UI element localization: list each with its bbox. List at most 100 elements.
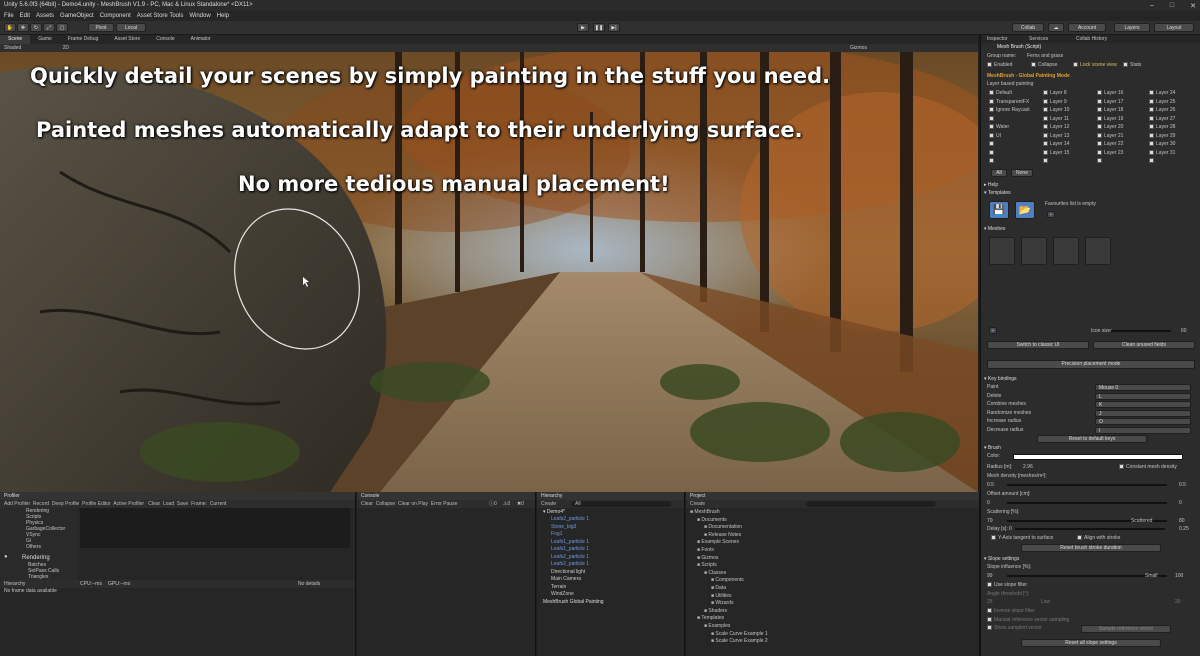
option-collapse[interactable]: Collapse bbox=[1031, 62, 1057, 68]
inverse-slope-checkbox[interactable] bbox=[987, 608, 992, 614]
tab-scene[interactable]: Scene bbox=[0, 35, 31, 44]
layer-checkbox[interactable] bbox=[1043, 90, 1048, 96]
menu-assets[interactable]: Assets bbox=[36, 11, 54, 21]
hierarchy-search-input[interactable]: All bbox=[571, 501, 671, 507]
layer-toggle[interactable]: Layer 28 bbox=[1149, 124, 1175, 130]
layer-toggle[interactable]: Layer 26 bbox=[1149, 107, 1175, 113]
tab-animator[interactable]: Animator bbox=[183, 35, 219, 44]
no-details-dropdown[interactable]: No details bbox=[298, 581, 320, 587]
yaxis-tangent-option[interactable]: Y-Axis tangent to surface bbox=[991, 535, 1053, 541]
layer-toggle[interactable]: Layer 18 bbox=[1097, 107, 1123, 113]
layer-toggle[interactable]: TransparentFX bbox=[989, 99, 1029, 105]
save-template-icon[interactable]: 💾 bbox=[989, 201, 1009, 219]
layer-checkbox[interactable] bbox=[1149, 98, 1154, 104]
project-tree-item[interactable]: ■ Scale Curve Example 1 bbox=[711, 631, 768, 637]
layer-checkbox[interactable] bbox=[989, 107, 994, 113]
layer-toggle[interactable] bbox=[989, 115, 996, 122]
layer-checkbox[interactable] bbox=[1043, 98, 1048, 104]
tab-hierarchy[interactable]: Hierarchy bbox=[537, 492, 684, 500]
pivot-toggle[interactable]: Pivot bbox=[88, 23, 114, 32]
brush-section[interactable]: ▾ Brush bbox=[984, 445, 1001, 451]
project-tree-item[interactable]: ■ Wizards bbox=[711, 600, 733, 606]
layer-checkbox[interactable] bbox=[1149, 90, 1154, 96]
delay-slider[interactable] bbox=[1015, 528, 1165, 530]
hierarchy-item[interactable]: Leafs2_particle 1 bbox=[551, 516, 589, 522]
project-tree-item[interactable]: ■ Gizmos bbox=[697, 555, 718, 561]
project-tree-item[interactable]: ■ Scripts bbox=[697, 562, 717, 568]
constant-density-option[interactable]: Constant mesh density bbox=[1119, 464, 1177, 470]
component-header[interactable]: Mesh Brush (Script) bbox=[997, 44, 1041, 50]
layer-toggle[interactable] bbox=[989, 158, 996, 164]
layer-toggle[interactable]: UI bbox=[989, 133, 1001, 139]
layer-checkbox[interactable] bbox=[1097, 98, 1102, 104]
key-binding-dropdown[interactable]: J bbox=[1095, 409, 1191, 417]
layer-toggle[interactable]: Layer 16 bbox=[1097, 90, 1123, 96]
brush-color-swatch[interactable] bbox=[1013, 454, 1183, 460]
angle-min[interactable]: 25 bbox=[987, 599, 993, 605]
reset-brush-button[interactable]: Reset brush stroke duration bbox=[1021, 544, 1161, 552]
layer-checkbox[interactable] bbox=[1149, 115, 1154, 121]
layer-toggle[interactable] bbox=[989, 141, 996, 147]
move-tool-icon[interactable]: ✥ bbox=[17, 23, 29, 32]
layer-checkbox[interactable] bbox=[1097, 115, 1102, 121]
layer-checkbox[interactable] bbox=[989, 149, 994, 155]
minimize-icon[interactable]: – bbox=[1150, 2, 1154, 9]
scene-view[interactable]: Quickly detail your scenes by simply pai… bbox=[0, 52, 978, 492]
mesh-slot-1[interactable] bbox=[989, 237, 1015, 265]
layer-toggle[interactable]: Layer 22 bbox=[1097, 141, 1123, 147]
hierarchy-item[interactable]: Leafs1_particle 1 bbox=[551, 546, 589, 552]
lock-scene-view-checkbox[interactable] bbox=[1073, 62, 1078, 68]
slope-section[interactable]: ▾ Slope settings bbox=[984, 556, 1019, 562]
manual-ref-option[interactable]: Manual reference vector sampling bbox=[987, 617, 1069, 623]
project-tree-item[interactable]: ■ Data bbox=[711, 585, 726, 591]
layer-toggle[interactable]: Ignore Raycast bbox=[989, 107, 1030, 113]
project-tree-item[interactable]: ■ Documentation bbox=[704, 524, 742, 530]
menu-gameobject[interactable]: GameObject bbox=[60, 11, 94, 21]
show-sampled-option[interactable]: Show sampled vector bbox=[987, 625, 1042, 631]
project-tree-item[interactable]: ■ Documents bbox=[697, 517, 727, 523]
mesh-slot-2[interactable] bbox=[1021, 237, 1047, 265]
layer-checkbox[interactable] bbox=[1097, 132, 1102, 138]
density-max[interactable]: 0.5 bbox=[1179, 482, 1186, 488]
info-count[interactable]: ⓘ0 bbox=[489, 500, 497, 508]
switch-classic-ui-button[interactable]: Switch to classic UI bbox=[987, 341, 1089, 349]
hierarchy-item[interactable]: Terrain bbox=[551, 584, 566, 590]
layer-checkbox[interactable] bbox=[1149, 158, 1154, 164]
constant-density-checkbox[interactable] bbox=[1119, 464, 1124, 470]
account-dropdown[interactable]: Account bbox=[1068, 23, 1106, 32]
layer-checkbox[interactable] bbox=[989, 124, 994, 130]
project-search-input[interactable] bbox=[806, 501, 936, 507]
load-template-icon[interactable]: 📂 bbox=[1015, 201, 1035, 219]
error-count[interactable]: ✖0 bbox=[517, 500, 524, 508]
record-toggle[interactable]: Record bbox=[33, 501, 49, 507]
play-icon[interactable]: ▶ bbox=[577, 23, 589, 32]
console-collapse-toggle[interactable]: Collapse bbox=[376, 501, 395, 507]
key-binding-dropdown[interactable]: Mouse 0 bbox=[1095, 384, 1191, 391]
layer-checkbox[interactable] bbox=[989, 115, 994, 121]
radius-value[interactable]: 2.96 bbox=[1023, 464, 1033, 470]
tab-frame-debug[interactable]: Frame Debug bbox=[60, 35, 107, 44]
layer-checkbox[interactable] bbox=[1043, 115, 1048, 121]
tab-console[interactable]: Console bbox=[148, 35, 182, 44]
cloud-icon[interactable]: ☁ bbox=[1048, 23, 1064, 32]
hierarchy-dropdown[interactable]: Hierarchy bbox=[4, 581, 25, 587]
manual-ref-checkbox[interactable] bbox=[987, 617, 992, 623]
layer-checkbox[interactable] bbox=[1097, 107, 1102, 113]
layer-toggle[interactable]: Water bbox=[989, 124, 1009, 130]
active-profiler-dropdown[interactable]: Active Profiler bbox=[113, 501, 144, 507]
layer-checkbox[interactable] bbox=[1097, 141, 1102, 147]
layer-toggle[interactable] bbox=[1097, 158, 1104, 164]
hierarchy-item[interactable]: Stone_big3 bbox=[551, 524, 576, 530]
hierarchy-create-dropdown[interactable]: Create bbox=[541, 501, 556, 507]
delay-min[interactable]: 0 bbox=[1009, 526, 1012, 532]
tab-project[interactable]: Project bbox=[686, 492, 979, 500]
clean-unused-fields-button[interactable]: Clean unused fields bbox=[1093, 341, 1195, 349]
console-error-pause-toggle[interactable]: Error Pause bbox=[431, 501, 458, 507]
project-tree-item[interactable]: ■ Utilities bbox=[711, 593, 732, 599]
add-favourite-icon[interactable]: + bbox=[1047, 211, 1055, 218]
show-sampled-checkbox[interactable] bbox=[987, 625, 992, 631]
offset-slider[interactable] bbox=[1007, 502, 1167, 504]
rect-tool-icon[interactable]: ▢ bbox=[56, 23, 68, 32]
hierarchy-item[interactable]: Main Camera bbox=[551, 576, 581, 582]
menu-file[interactable]: File bbox=[4, 11, 14, 21]
